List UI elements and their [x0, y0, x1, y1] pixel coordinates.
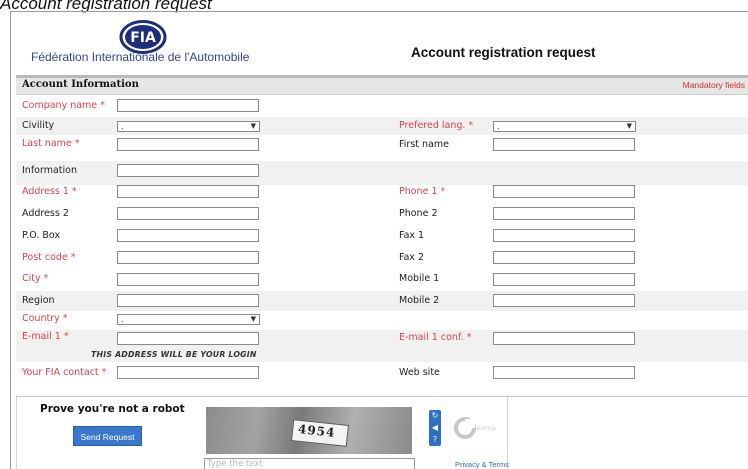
country-select[interactable]: . ▼ — [117, 314, 260, 325]
last-name-input[interactable] — [117, 138, 259, 151]
chevron-down-icon: ▼ — [250, 122, 256, 130]
label-fax-1: Fax 1 — [399, 230, 425, 241]
label-mobile-2: Mobile 2 — [399, 295, 440, 306]
label-civility: Civility — [22, 120, 55, 131]
region-input[interactable] — [117, 294, 259, 307]
registration-form: FIA Fédération Internationale de l'Autom… — [10, 11, 748, 469]
mandatory-note: Mandatory fields — [682, 80, 745, 90]
chevron-down-icon: ▼ — [250, 315, 256, 323]
svg-text:reCAPTCHA: reCAPTCHA — [475, 426, 496, 431]
recaptcha-logo: reCAPTCHA — [454, 417, 496, 439]
post-code-input[interactable] — [117, 251, 259, 264]
prefered-lang-value: . — [497, 122, 500, 131]
label-address-1: Address 1 * — [22, 186, 77, 197]
label-phone-2: Phone 2 — [399, 208, 438, 219]
label-email-1-conf: E-mail 1 conf. * — [399, 332, 472, 343]
svg-text:FIA: FIA — [130, 30, 156, 46]
label-po-box: P.O. Box — [22, 230, 61, 241]
login-note: THIS ADDRESS WILL BE YOUR LOGIN — [91, 350, 257, 359]
audio-icon[interactable]: ◀ — [429, 422, 441, 434]
captcha-input[interactable]: Type the text — [204, 458, 415, 469]
label-fax-2: Fax 2 — [399, 252, 425, 263]
label-city: City * — [22, 273, 49, 284]
label-address-2: Address 2 — [22, 208, 69, 219]
label-company-name: Company name * — [22, 100, 105, 111]
captcha-title: Prove you're not a robot — [40, 403, 185, 415]
phone-1-input[interactable] — [493, 185, 635, 198]
fia-logo: FIA — [119, 20, 167, 54]
help-icon[interactable]: ? — [429, 434, 441, 446]
captcha-controls: ↻ ◀ ? — [429, 410, 441, 446]
prefered-lang-select[interactable]: . ▼ — [493, 121, 636, 132]
label-mobile-1: Mobile 1 — [399, 273, 440, 284]
information-input[interactable] — [117, 164, 259, 177]
phone-2-input[interactable] — [493, 207, 635, 220]
label-fia-contact: Your FIA contact * — [22, 367, 107, 378]
send-request-button[interactable]: Send Request — [73, 426, 142, 446]
email-1-conf-input[interactable] — [493, 332, 635, 345]
label-phone-1: Phone 1 * — [399, 186, 446, 197]
civility-value: . — [121, 122, 124, 131]
page-title: Account registration request — [411, 45, 596, 60]
refresh-icon[interactable]: ↻ — [429, 410, 441, 422]
label-country: Country * — [22, 313, 68, 324]
mobile-2-input[interactable] — [493, 294, 635, 307]
org-name: Fédération Internationale de l'Automobil… — [31, 50, 250, 64]
fax-1-input[interactable] — [493, 229, 635, 242]
section-header: Account Information Mandatory fields — [16, 78, 748, 95]
label-web-site: Web site — [399, 367, 440, 378]
captcha-image: 4954 — [206, 407, 412, 454]
po-box-input[interactable] — [117, 229, 259, 242]
label-prefered-lang: Prefered lang. * — [399, 120, 474, 131]
country-value: . — [121, 315, 124, 324]
label-first-name: First name — [399, 139, 449, 150]
web-site-input[interactable] — [493, 366, 635, 379]
fax-2-input[interactable] — [493, 251, 635, 264]
label-post-code: Post code * — [22, 252, 76, 263]
company-name-input[interactable] — [117, 99, 259, 112]
civility-select[interactable]: . ▼ — [117, 121, 260, 132]
section-title: Account Information — [22, 79, 139, 90]
mobile-1-input[interactable] — [493, 273, 635, 286]
first-name-input[interactable] — [493, 138, 635, 151]
email-1-input[interactable] — [117, 332, 259, 345]
label-region: Region — [22, 295, 55, 306]
city-input[interactable] — [117, 273, 259, 286]
label-last-name: Last name * — [22, 138, 80, 149]
address-2-input[interactable] — [117, 207, 259, 220]
fia-contact-input[interactable] — [117, 366, 259, 379]
address-1-input[interactable] — [117, 185, 259, 198]
chevron-down-icon: ▼ — [626, 122, 632, 130]
label-information: Information — [22, 165, 77, 176]
label-email-1: E-mail 1 * — [22, 331, 69, 342]
